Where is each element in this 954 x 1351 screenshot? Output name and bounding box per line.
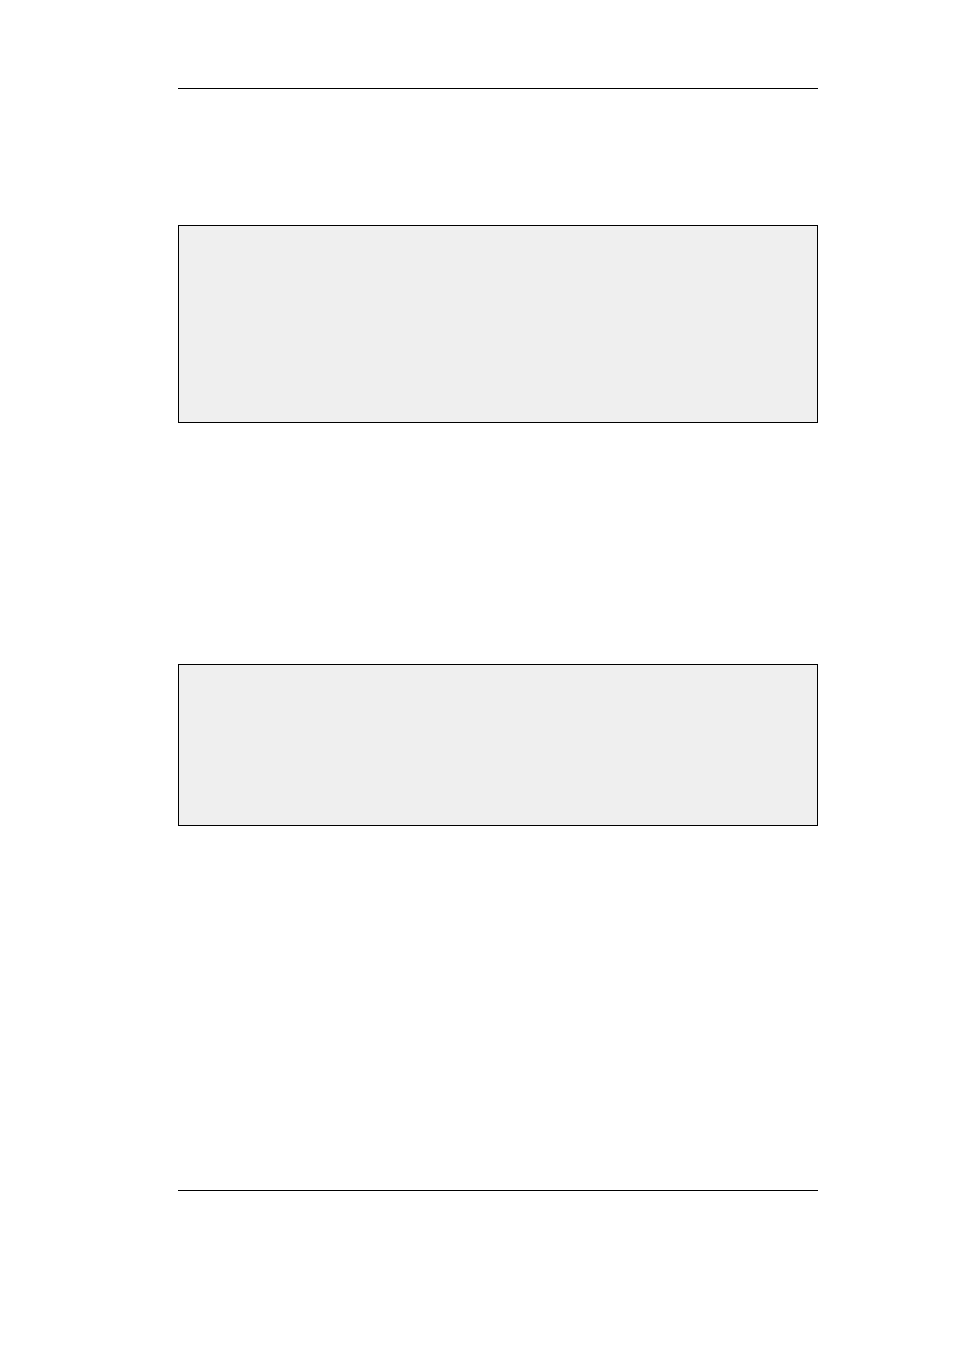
top-horizontal-rule xyxy=(178,88,818,89)
content-box-2 xyxy=(178,664,818,826)
content-box-1 xyxy=(178,225,818,423)
page xyxy=(0,0,954,1351)
bottom-horizontal-rule xyxy=(178,1190,818,1191)
